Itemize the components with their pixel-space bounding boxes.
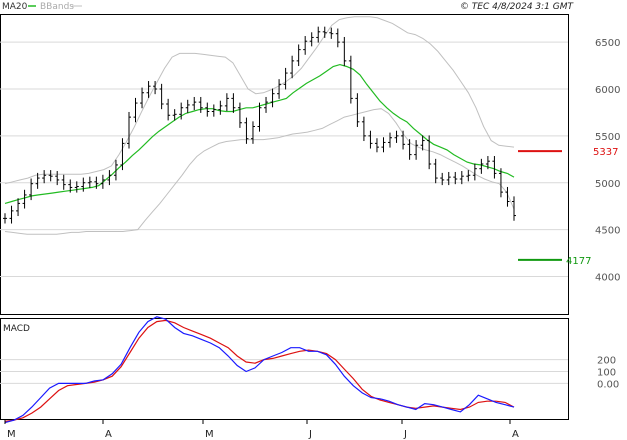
price-y-axis: 4000 4500 5000 5500 6000 6500 [595, 38, 620, 283]
bbands-legend-label: BBands [40, 2, 74, 12]
price-y-tick-label: 5500 [595, 132, 620, 143]
resistance-label: 5337 [593, 147, 618, 158]
panel-frames [0, 14, 569, 420]
x-tick-label: J [403, 429, 407, 440]
price-y-tick-label: 5000 [595, 179, 620, 190]
macd-panel-frame [0, 318, 569, 420]
stock-chart: 4000 4500 5000 5500 6000 6500 5337 4177 0.0010… [0, 2, 620, 440]
copyright-label: © TEC 4/8/2024 3:1 GMT [460, 2, 575, 12]
macd-y-tick-label: 200 [597, 356, 616, 367]
x-axis: MAMJJA [4, 419, 519, 440]
macd-title: MACD [3, 324, 30, 334]
macd-y-tick-label: 100 [597, 367, 616, 378]
price-y-tick-label: 4000 [595, 273, 620, 284]
x-tick-label: J [308, 429, 312, 440]
macd-y-tick-label: 0.00 [597, 379, 619, 390]
price-y-tick-label: 6000 [595, 85, 620, 96]
x-tick-label: M [205, 429, 214, 440]
macd-y-axis: 0.00100200 [597, 356, 619, 391]
x-tick-label: A [105, 429, 112, 440]
ma20-legend-label: MA20 [2, 2, 28, 12]
x-tick-label: A [512, 429, 519, 440]
price-y-tick-label: 6500 [595, 38, 620, 49]
price-y-tick-label: 4500 [595, 226, 620, 237]
support-label: 4177 [566, 256, 591, 267]
x-tick-label: M [7, 429, 16, 440]
